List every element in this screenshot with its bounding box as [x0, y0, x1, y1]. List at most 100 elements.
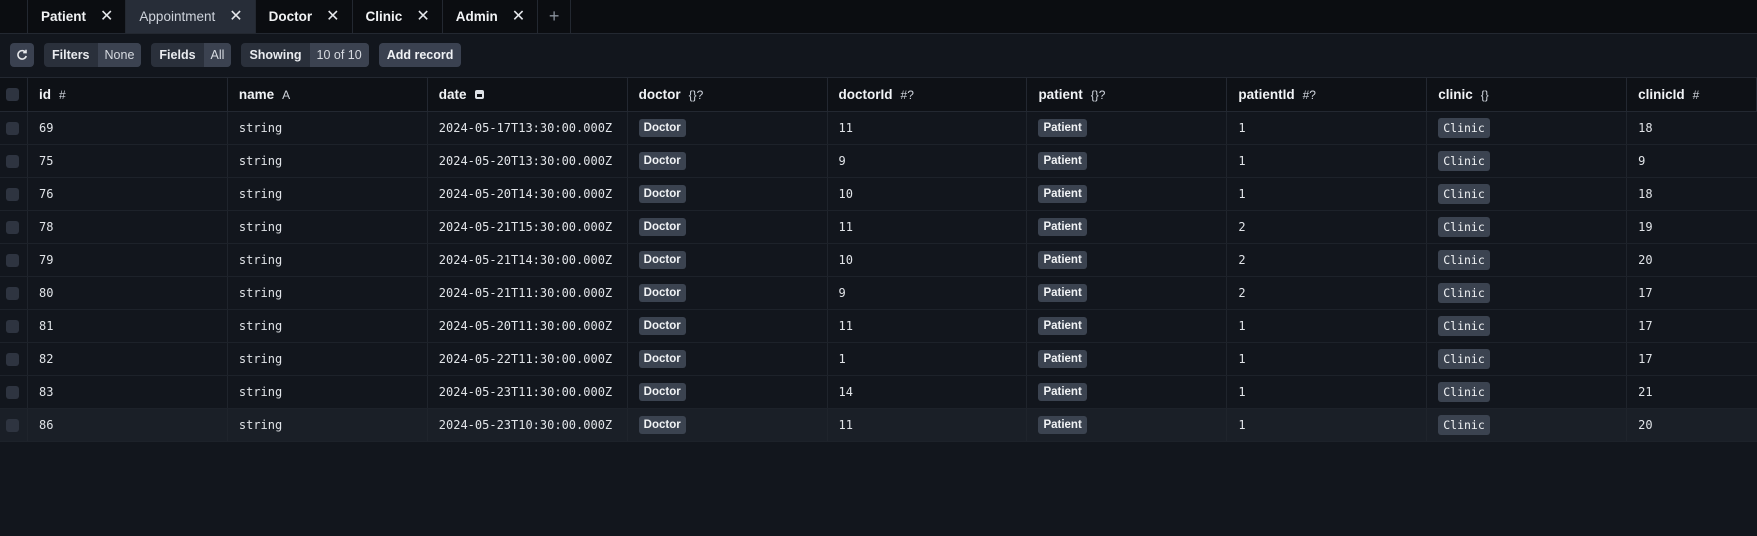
- cell-patient[interactable]: Patient: [1027, 178, 1228, 210]
- cell-name[interactable]: string: [228, 244, 428, 276]
- cell-patientId[interactable]: 1: [1227, 376, 1428, 408]
- tab-doctor[interactable]: Doctor ✕: [256, 0, 353, 33]
- row-checkbox[interactable]: [6, 187, 19, 201]
- cell-patientId[interactable]: 1: [1227, 145, 1428, 177]
- cell-patientId[interactable]: 2: [1227, 244, 1428, 276]
- cell-patient[interactable]: Patient: [1027, 244, 1228, 276]
- cell-doctor[interactable]: Doctor: [628, 211, 828, 243]
- cell-clinicId[interactable]: 17: [1627, 277, 1757, 309]
- cell-id[interactable]: 80: [28, 277, 228, 309]
- row-checkbox[interactable]: [6, 352, 19, 366]
- cell-name[interactable]: string: [228, 112, 428, 144]
- cell-id[interactable]: 75: [28, 145, 228, 177]
- tab-clinic[interactable]: Clinic ✕: [353, 0, 443, 33]
- table-row[interactable]: 76 string 2024-05-20T14:30:00.000Z Doctor 10…: [0, 178, 1757, 211]
- cell-clinic[interactable]: Clinic: [1427, 343, 1628, 375]
- column-header-id[interactable]: id #: [28, 78, 228, 111]
- cell-date[interactable]: 2024-05-20T13:30:00.000Z: [428, 145, 628, 177]
- cell-patient[interactable]: Patient: [1027, 343, 1228, 375]
- cell-id[interactable]: 79: [28, 244, 228, 276]
- column-header-name[interactable]: name A: [228, 78, 428, 111]
- cell-clinic[interactable]: Clinic: [1427, 277, 1628, 309]
- cell-name[interactable]: string: [228, 343, 428, 375]
- cell-doctor[interactable]: Doctor: [628, 343, 828, 375]
- select-all-checkbox[interactable]: [6, 88, 19, 101]
- tab-admin[interactable]: Admin ✕: [443, 0, 539, 33]
- column-header-doctor[interactable]: doctor {}?: [628, 78, 828, 111]
- cell-doctor[interactable]: Doctor: [628, 409, 828, 441]
- cell-patient[interactable]: Patient: [1027, 211, 1228, 243]
- tab-appointment[interactable]: Appointment ✕: [126, 0, 256, 33]
- row-checkbox[interactable]: [6, 121, 19, 135]
- cell-patientId[interactable]: 1: [1227, 310, 1428, 342]
- table-row[interactable]: 80 string 2024-05-21T11:30:00.000Z Doctor 9 P…: [0, 277, 1757, 310]
- row-checkbox[interactable]: [6, 418, 19, 432]
- row-checkbox[interactable]: [6, 319, 19, 333]
- cell-patient[interactable]: Patient: [1027, 376, 1228, 408]
- cell-doctorId[interactable]: 9: [828, 145, 1028, 177]
- column-header-patient[interactable]: patient {}?: [1027, 78, 1228, 111]
- cell-name[interactable]: string: [228, 310, 428, 342]
- showing-control[interactable]: Showing 10 of 10: [241, 43, 369, 67]
- table-row[interactable]: 83 string 2024-05-23T11:30:00.000Z Doctor 14…: [0, 376, 1757, 409]
- table-row[interactable]: 79 string 2024-05-21T14:30:00.000Z Doctor 10…: [0, 244, 1757, 277]
- cell-patientId[interactable]: 1: [1227, 409, 1428, 441]
- cell-clinic[interactable]: Clinic: [1427, 376, 1628, 408]
- cell-id[interactable]: 81: [28, 310, 228, 342]
- cell-doctor[interactable]: Doctor: [628, 178, 828, 210]
- table-row[interactable]: 69 string 2024-05-17T13:30:00.000Z Doctor 11…: [0, 112, 1757, 145]
- cell-name[interactable]: string: [228, 277, 428, 309]
- cell-clinic[interactable]: Clinic: [1427, 310, 1628, 342]
- column-header-date[interactable]: date: [428, 78, 628, 111]
- table-row[interactable]: 75 string 2024-05-20T13:30:00.000Z Doctor 9 P…: [0, 145, 1757, 178]
- cell-clinicId[interactable]: 20: [1627, 409, 1757, 441]
- column-header-clinic[interactable]: clinic {}: [1427, 78, 1628, 111]
- cell-doctorId[interactable]: 11: [828, 310, 1028, 342]
- cell-clinicId[interactable]: 18: [1627, 112, 1757, 144]
- cell-date[interactable]: 2024-05-17T13:30:00.000Z: [428, 112, 628, 144]
- cell-date[interactable]: 2024-05-21T11:30:00.000Z: [428, 277, 628, 309]
- column-header-clinicId[interactable]: clinicId #: [1627, 78, 1757, 111]
- cell-clinic[interactable]: Clinic: [1427, 145, 1628, 177]
- cell-patientId[interactable]: 1: [1227, 112, 1428, 144]
- row-checkbox[interactable]: [6, 385, 19, 399]
- cell-date[interactable]: 2024-05-20T14:30:00.000Z: [428, 178, 628, 210]
- cell-date[interactable]: 2024-05-20T11:30:00.000Z: [428, 310, 628, 342]
- cell-patientId[interactable]: 1: [1227, 178, 1428, 210]
- table-row[interactable]: 86 string 2024-05-23T10:30:00.000Z Doctor 11…: [0, 409, 1757, 442]
- cell-patientId[interactable]: 2: [1227, 211, 1428, 243]
- cell-clinicId[interactable]: 9: [1627, 145, 1757, 177]
- close-icon[interactable]: ✕: [326, 8, 339, 25]
- cell-patient[interactable]: Patient: [1027, 310, 1228, 342]
- cell-doctorId[interactable]: 11: [828, 409, 1028, 441]
- cell-patient[interactable]: Patient: [1027, 112, 1228, 144]
- fields-control[interactable]: Fields All: [151, 43, 232, 67]
- cell-patient[interactable]: Patient: [1027, 409, 1228, 441]
- refresh-button[interactable]: [10, 43, 34, 67]
- cell-doctorId[interactable]: 11: [828, 211, 1028, 243]
- tab-patient[interactable]: Patient ✕: [28, 0, 127, 33]
- cell-clinic[interactable]: Clinic: [1427, 244, 1628, 276]
- cell-patient[interactable]: Patient: [1027, 145, 1228, 177]
- cell-id[interactable]: 82: [28, 343, 228, 375]
- cell-id[interactable]: 86: [28, 409, 228, 441]
- cell-clinic[interactable]: Clinic: [1427, 211, 1628, 243]
- cell-doctor[interactable]: Doctor: [628, 310, 828, 342]
- cell-name[interactable]: string: [228, 178, 428, 210]
- cell-clinicId[interactable]: 17: [1627, 343, 1757, 375]
- cell-clinicId[interactable]: 17: [1627, 310, 1757, 342]
- cell-clinic[interactable]: Clinic: [1427, 178, 1628, 210]
- cell-doctorId[interactable]: 9: [828, 277, 1028, 309]
- cell-doctorId[interactable]: 10: [828, 244, 1028, 276]
- cell-doctor[interactable]: Doctor: [628, 112, 828, 144]
- row-checkbox[interactable]: [6, 220, 19, 234]
- cell-date[interactable]: 2024-05-23T11:30:00.000Z: [428, 376, 628, 408]
- cell-doctor[interactable]: Doctor: [628, 277, 828, 309]
- filters-control[interactable]: Filters None: [44, 43, 142, 67]
- cell-date[interactable]: 2024-05-21T14:30:00.000Z: [428, 244, 628, 276]
- cell-patientId[interactable]: 2: [1227, 277, 1428, 309]
- cell-patientId[interactable]: 1: [1227, 343, 1428, 375]
- cell-clinicId[interactable]: 18: [1627, 178, 1757, 210]
- cell-id[interactable]: 76: [28, 178, 228, 210]
- cell-patient[interactable]: Patient: [1027, 277, 1228, 309]
